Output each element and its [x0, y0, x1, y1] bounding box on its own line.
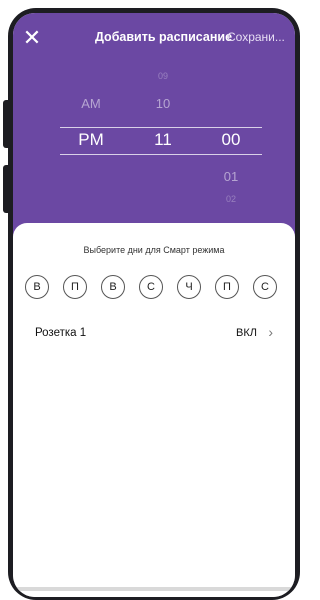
day-button-tuesday[interactable]: В — [101, 275, 125, 299]
outlet-name: Розетка 1 — [35, 327, 87, 339]
picker-period-selected[interactable]: PM — [71, 130, 111, 150]
picker-hour-above[interactable]: 10 — [145, 96, 181, 111]
picker-minute-selected[interactable]: 00 — [213, 130, 249, 150]
day-button-thursday[interactable]: Ч — [177, 275, 201, 299]
picker-selection-line-bottom — [60, 154, 262, 155]
day-button-saturday[interactable]: С — [253, 275, 277, 299]
save-button[interactable]: Сохрани... — [227, 30, 293, 44]
phone-side-button — [3, 165, 11, 213]
close-icon[interactable]: ✕ — [21, 27, 43, 49]
day-button-sunday[interactable]: В — [25, 275, 49, 299]
picker-hour-faded[interactable]: 09 — [145, 71, 181, 81]
picker-minute-faded[interactable]: 02 — [213, 194, 249, 204]
header-bar: ✕ Добавить расписание Сохрани... — [13, 13, 295, 63]
day-button-wednesday[interactable]: С — [139, 275, 163, 299]
picker-selection-line-top — [60, 127, 262, 128]
picker-minute-below[interactable]: 01 — [213, 169, 249, 184]
day-button-friday[interactable]: П — [215, 275, 239, 299]
outlet-row[interactable]: Розетка 1 ВКЛ › — [13, 319, 295, 349]
day-button-monday[interactable]: П — [63, 275, 87, 299]
home-indicator — [13, 587, 295, 591]
outlet-state: ВКЛ — [236, 327, 257, 339]
settings-sheet: Выберите дни для Смарт режима В П В С Ч … — [13, 223, 295, 597]
days-label: Выберите дни для Смарт режима — [83, 245, 225, 255]
page-title: Добавить расписание — [95, 30, 233, 44]
app-screen: ✕ Добавить расписание Сохрани... AM PM 0… — [13, 13, 295, 597]
picker-hour-selected[interactable]: 11 — [145, 130, 181, 150]
picker-period-am[interactable]: AM — [71, 96, 111, 111]
phone-side-button — [3, 100, 11, 148]
time-picker[interactable]: AM PM 09 10 11 00 01 02 — [13, 63, 295, 243]
chevron-right-icon[interactable]: › — [268, 324, 273, 340]
